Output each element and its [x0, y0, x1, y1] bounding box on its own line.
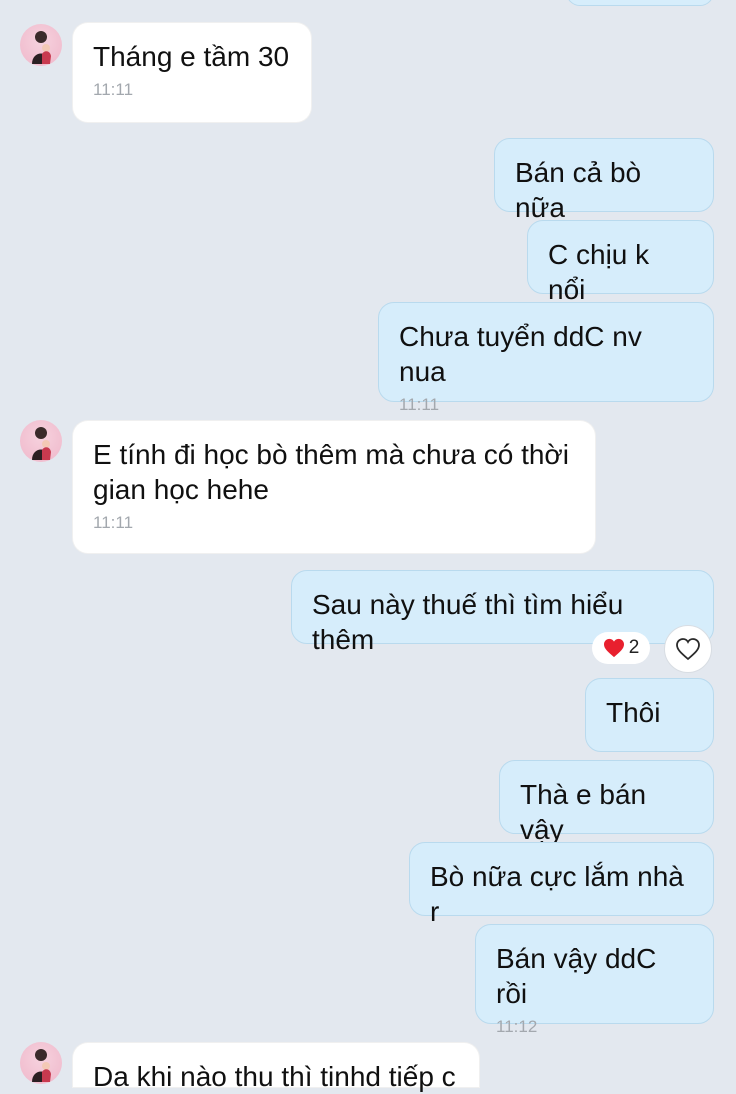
message-time: 11:11 [93, 513, 134, 532]
avatar-icon [32, 31, 51, 64]
message-bubble-incoming[interactable]: E tính đi học bò thêm mà chưa có thời gi… [72, 420, 596, 554]
avatar[interactable] [20, 420, 62, 462]
avatar[interactable] [20, 1042, 62, 1084]
message-text: Thôi [606, 697, 661, 728]
message-bubble-outgoing[interactable]: Thôi [585, 678, 714, 752]
message-text: C chịu k nổi [548, 239, 650, 305]
message-text: Chưa tuyển ddC nv nua [399, 321, 642, 387]
avatar[interactable] [20, 24, 62, 66]
message-time: 11:12 [496, 1017, 538, 1036]
message-bubble-outgoing[interactable]: Sau này thuế thì tìm hiểu thêm [291, 570, 714, 655]
message-text: Bán vậy ddC rồi [496, 943, 657, 1009]
avatar-icon [32, 1049, 51, 1082]
message-bubble-outgoing[interactable]: Bò nữa cực lắm nhà r [409, 842, 714, 927]
like-button[interactable] [664, 625, 712, 673]
heart-outline-icon [676, 638, 700, 661]
message-bubble-outgoing[interactable]: C chịu k nổi [527, 220, 714, 305]
message-bubble-outgoing[interactable]: Bán cả bò nữa [494, 138, 714, 223]
heart-icon [603, 638, 624, 658]
message-text: Tháng e tầm 30 [93, 41, 290, 72]
avatar-icon [32, 427, 51, 460]
message-bubble-fragment [566, 0, 714, 6]
message-time: 11:11 [93, 80, 134, 99]
message-text: Sau này thuế thì tìm hiểu thêm [312, 589, 624, 655]
reaction-badge[interactable]: 2 [592, 632, 650, 664]
message-time: 11:11 [399, 395, 440, 414]
message-bubble-outgoing[interactable]: Thà e bán vậy [499, 760, 714, 845]
message-bubble-incoming[interactable]: Tháng e tầm 30 11:11 [72, 22, 312, 123]
message-bubble-outgoing[interactable]: Chưa tuyển ddC nv nua 11:11 [378, 302, 714, 414]
message-text: E tính đi học bò thêm mà chưa có thời gi… [93, 439, 570, 505]
message-text: Thà e bán vậy [520, 779, 647, 845]
message-bubble-outgoing[interactable]: Bán vậy ddC rồi 11:12 [475, 924, 714, 1036]
message-bubble-incoming[interactable]: Da khi nào thu thì tinhd tiếp c [72, 1042, 480, 1092]
reaction-count: 2 [628, 637, 640, 658]
message-text: Da khi nào thu thì tinhd tiếp c [93, 1061, 456, 1092]
message-text: Bán cả bò nữa [515, 157, 642, 223]
message-text: Bò nữa cực lắm nhà r [430, 861, 684, 927]
